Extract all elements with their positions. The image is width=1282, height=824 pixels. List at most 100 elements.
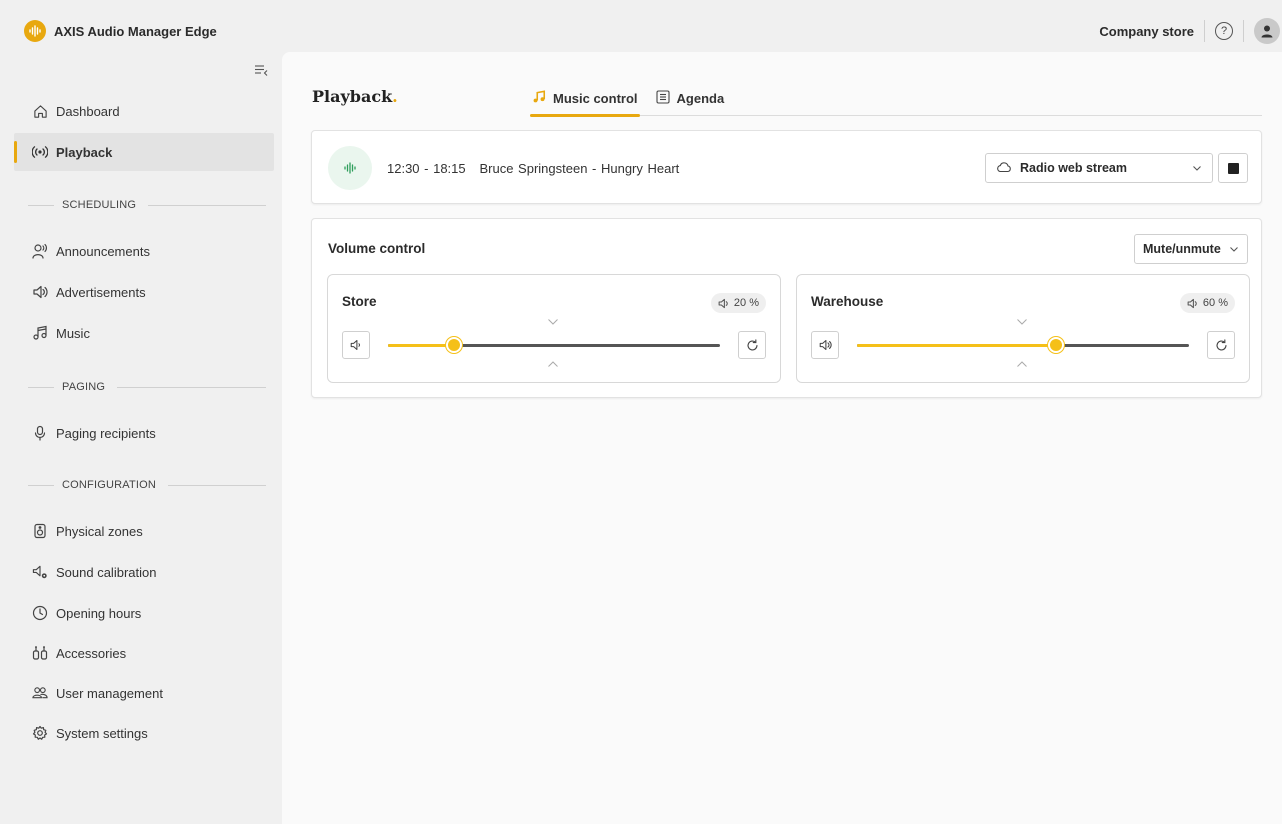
- announcer-icon: [32, 243, 48, 259]
- divider: [1204, 20, 1205, 42]
- tab-music-control[interactable]: Music control: [530, 80, 640, 117]
- zone-name: Store: [342, 294, 377, 309]
- sidebar-item-system-settings[interactable]: System settings: [14, 714, 274, 752]
- sidebar-item-label: Sound calibration: [56, 564, 157, 580]
- zone-volume-badge: 60 %: [1179, 293, 1235, 313]
- source-select-value: Radio web stream: [1020, 161, 1127, 175]
- page-title: Playback.: [312, 87, 398, 106]
- source-select[interactable]: Radio web stream: [985, 153, 1213, 183]
- volume-slider-thumb[interactable]: [446, 337, 463, 353]
- sidebar-item-label: System settings: [56, 725, 148, 741]
- zone-mute-button[interactable]: [342, 331, 370, 359]
- sidebar-item-accessories[interactable]: Accessories: [14, 634, 274, 672]
- section-scheduling: SCHEDULING: [28, 197, 266, 213]
- section-label: SCHEDULING: [62, 199, 137, 211]
- sidebar-item-user-management[interactable]: User management: [14, 674, 274, 712]
- sidebar-item-advertisements[interactable]: Advertisements: [14, 273, 274, 311]
- clock-icon: [32, 605, 48, 621]
- sidebar-item-label: Accessories: [56, 645, 127, 661]
- microphone-icon: [32, 425, 48, 441]
- zone-reset-button[interactable]: [1207, 331, 1235, 359]
- stop-icon: [1227, 162, 1239, 174]
- tab-bar: Music control Agenda: [530, 80, 1262, 117]
- divider: [117, 386, 266, 388]
- sidebar-item-label: Dashboard: [56, 103, 120, 119]
- app-title: AXIS Audio Manager Edge: [54, 23, 217, 39]
- sidebar-item-label: Advertisements: [56, 284, 146, 300]
- gear-icon: [32, 725, 48, 741]
- divider: [28, 484, 54, 486]
- speaker-icon: [350, 340, 360, 350]
- now-playing-card: 12:30 - 18:15 Bruce Springsteen - Hungry…: [311, 130, 1262, 204]
- speaker-icon: [32, 284, 48, 300]
- sidebar-item-label: User management: [56, 685, 163, 701]
- home-icon: [32, 103, 48, 119]
- top-right-controls: Company store ?: [1099, 18, 1282, 44]
- chevron-down-icon[interactable]: [1016, 318, 1028, 326]
- tab-label: Music control: [553, 90, 638, 106]
- now-playing-time: 12:30 - 18:15: [387, 161, 466, 176]
- speaker-icon: [1187, 298, 1197, 308]
- chevron-down-icon: [1229, 243, 1239, 257]
- zone-volume-value: 60 %: [1202, 297, 1228, 309]
- section-label: CONFIGURATION: [62, 479, 157, 491]
- refresh-icon: [746, 338, 758, 350]
- main-content: Playback. Music control Agenda 12:30 - 1…: [282, 52, 1282, 824]
- collapse-sidebar-icon[interactable]: [254, 64, 268, 79]
- zone-mute-button[interactable]: [811, 331, 839, 359]
- tab-label: Agenda: [676, 90, 725, 106]
- volume-slider-thumb[interactable]: [1048, 337, 1065, 353]
- sidebar: Dashboard Playback SCHEDULING Announceme…: [8, 52, 282, 824]
- zone-volume-badge: 20 %: [710, 293, 766, 313]
- speaker-icon: [718, 298, 728, 308]
- tab-agenda[interactable]: Agenda: [654, 80, 727, 116]
- refresh-icon: [1215, 338, 1227, 350]
- volume-slider[interactable]: [388, 337, 720, 353]
- playing-waveform-icon: [328, 146, 372, 190]
- zone-store: Store 20 %: [327, 274, 781, 383]
- divider: [168, 484, 266, 486]
- axis-logo-icon: [24, 20, 46, 42]
- section-configuration: CONFIGURATION: [28, 477, 266, 493]
- page-title-dot: .: [392, 87, 398, 106]
- help-circle-icon[interactable]: ?: [1215, 22, 1233, 40]
- now-playing-text: 12:30 - 18:15 Bruce Springsteen - Hungry…: [387, 161, 679, 176]
- zone-speaker-icon: [32, 523, 48, 539]
- broadcast-icon: [32, 144, 48, 160]
- now-playing-track: Bruce Springsteen - Hungry Heart: [479, 161, 680, 176]
- user-avatar-icon[interactable]: [1254, 18, 1280, 44]
- sidebar-item-playback[interactable]: Playback: [14, 133, 274, 171]
- sidebar-item-physical-zones[interactable]: Physical zones: [14, 512, 274, 550]
- mute-unmute-select[interactable]: Mute/unmute: [1134, 234, 1248, 264]
- section-label: PAGING: [62, 381, 106, 393]
- volume-slider[interactable]: [857, 337, 1189, 353]
- section-paging: PAGING: [28, 379, 266, 395]
- stop-button[interactable]: [1218, 153, 1248, 183]
- chevron-up-icon[interactable]: [547, 360, 559, 368]
- speaker-gear-icon: [32, 564, 48, 580]
- chevron-down-icon[interactable]: [547, 318, 559, 326]
- zone-volume-value: 20 %: [733, 297, 759, 309]
- page-title-text: Playback: [312, 87, 393, 106]
- zone-warehouse: Warehouse 60 %: [796, 274, 1250, 383]
- music-note-icon: [532, 89, 546, 107]
- sidebar-item-paging-recipients[interactable]: Paging recipients: [14, 414, 274, 452]
- top-bar: AXIS Audio Manager Edge Company store ?: [8, 10, 1282, 52]
- mute-unmute-label: Mute/unmute: [1143, 242, 1221, 256]
- sidebar-item-dashboard[interactable]: Dashboard: [14, 92, 274, 130]
- sidebar-item-announcements[interactable]: Announcements: [14, 232, 274, 270]
- zone-reset-button[interactable]: [738, 331, 766, 359]
- divider: [1243, 20, 1244, 42]
- chevron-up-icon[interactable]: [1016, 360, 1028, 368]
- divider: [28, 204, 54, 206]
- sidebar-item-sound-calibration[interactable]: Sound calibration: [14, 553, 274, 591]
- sidebar-item-opening-hours[interactable]: Opening hours: [14, 594, 274, 632]
- volume-control-title: Volume control: [328, 241, 426, 256]
- divider: [148, 204, 266, 206]
- volume-slider-fill: [857, 344, 1057, 347]
- accessories-icon: [32, 645, 48, 661]
- sidebar-item-music[interactable]: Music: [14, 314, 274, 352]
- divider: [28, 386, 54, 388]
- list-icon: [655, 89, 670, 107]
- site-selector[interactable]: Company store: [1099, 24, 1194, 39]
